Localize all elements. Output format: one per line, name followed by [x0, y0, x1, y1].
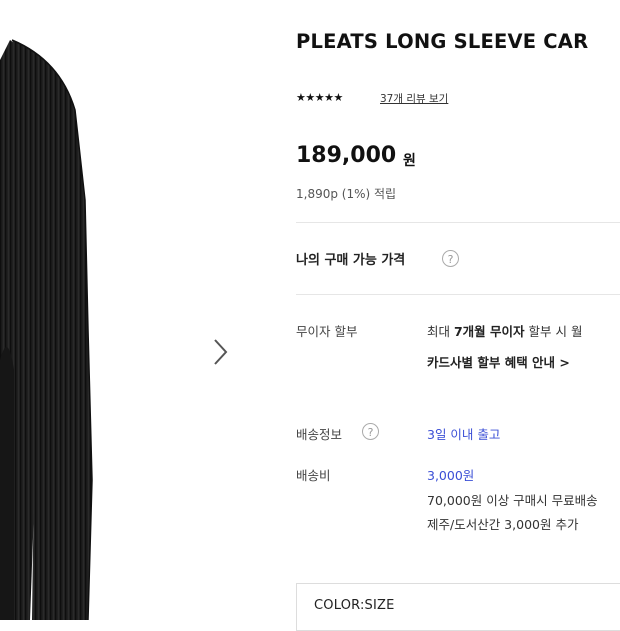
divider: [296, 222, 620, 223]
reward-points: 1,890p (1%) 적립: [296, 187, 397, 201]
option-label: COLOR:SIZE: [314, 598, 395, 613]
shipping-fee-value: 3,000원: [427, 468, 475, 483]
installment-prefix: 최대: [427, 324, 454, 339]
review-link[interactable]: 37개 리뷰 보기: [380, 91, 448, 106]
free-shipping-note: 70,000원 이상 구매시 무료배송: [427, 493, 598, 508]
product-price: 189,000: [296, 143, 397, 168]
rating-stars: ★★★★★: [296, 91, 343, 104]
price-unit: 원: [403, 153, 416, 169]
shipping-fee-label: 배송비: [296, 468, 331, 483]
chevron-right-icon: [214, 339, 228, 365]
product-image: [0, 0, 190, 620]
installment-suffix: 할부 시 월: [524, 324, 583, 339]
shipping-info-value: 3일 이내 출고: [427, 427, 501, 442]
help-icon[interactable]: ?: [442, 250, 459, 267]
product-title: PLEATS LONG SLEEVE CAR: [296, 30, 589, 53]
installment-emphasis: 7개월 무이자: [453, 324, 525, 339]
installment-label: 무이자 할부: [296, 324, 358, 339]
divider: [296, 294, 620, 295]
option-selector[interactable]: COLOR:SIZE: [296, 583, 620, 631]
garment-illustration: [0, 39, 93, 620]
installment-info: 최대 7개월 무이자 할부 시 월: [427, 321, 582, 340]
my-price-label[interactable]: 나의 구매 가능 가격: [296, 249, 405, 268]
shipping-info-label: 배송정보: [296, 427, 343, 442]
product-info-panel: PLEATS LONG SLEEVE CAR ★★★★★ 37개 리뷰 보기 1…: [296, 0, 620, 631]
next-image-arrow[interactable]: [206, 336, 234, 368]
card-installment-link[interactable]: 카드사별 할부 혜택 안내 >: [427, 352, 570, 371]
remote-area-note: 제주/도서산간 3,000원 추가: [427, 517, 579, 532]
help-icon[interactable]: ?: [362, 423, 379, 440]
